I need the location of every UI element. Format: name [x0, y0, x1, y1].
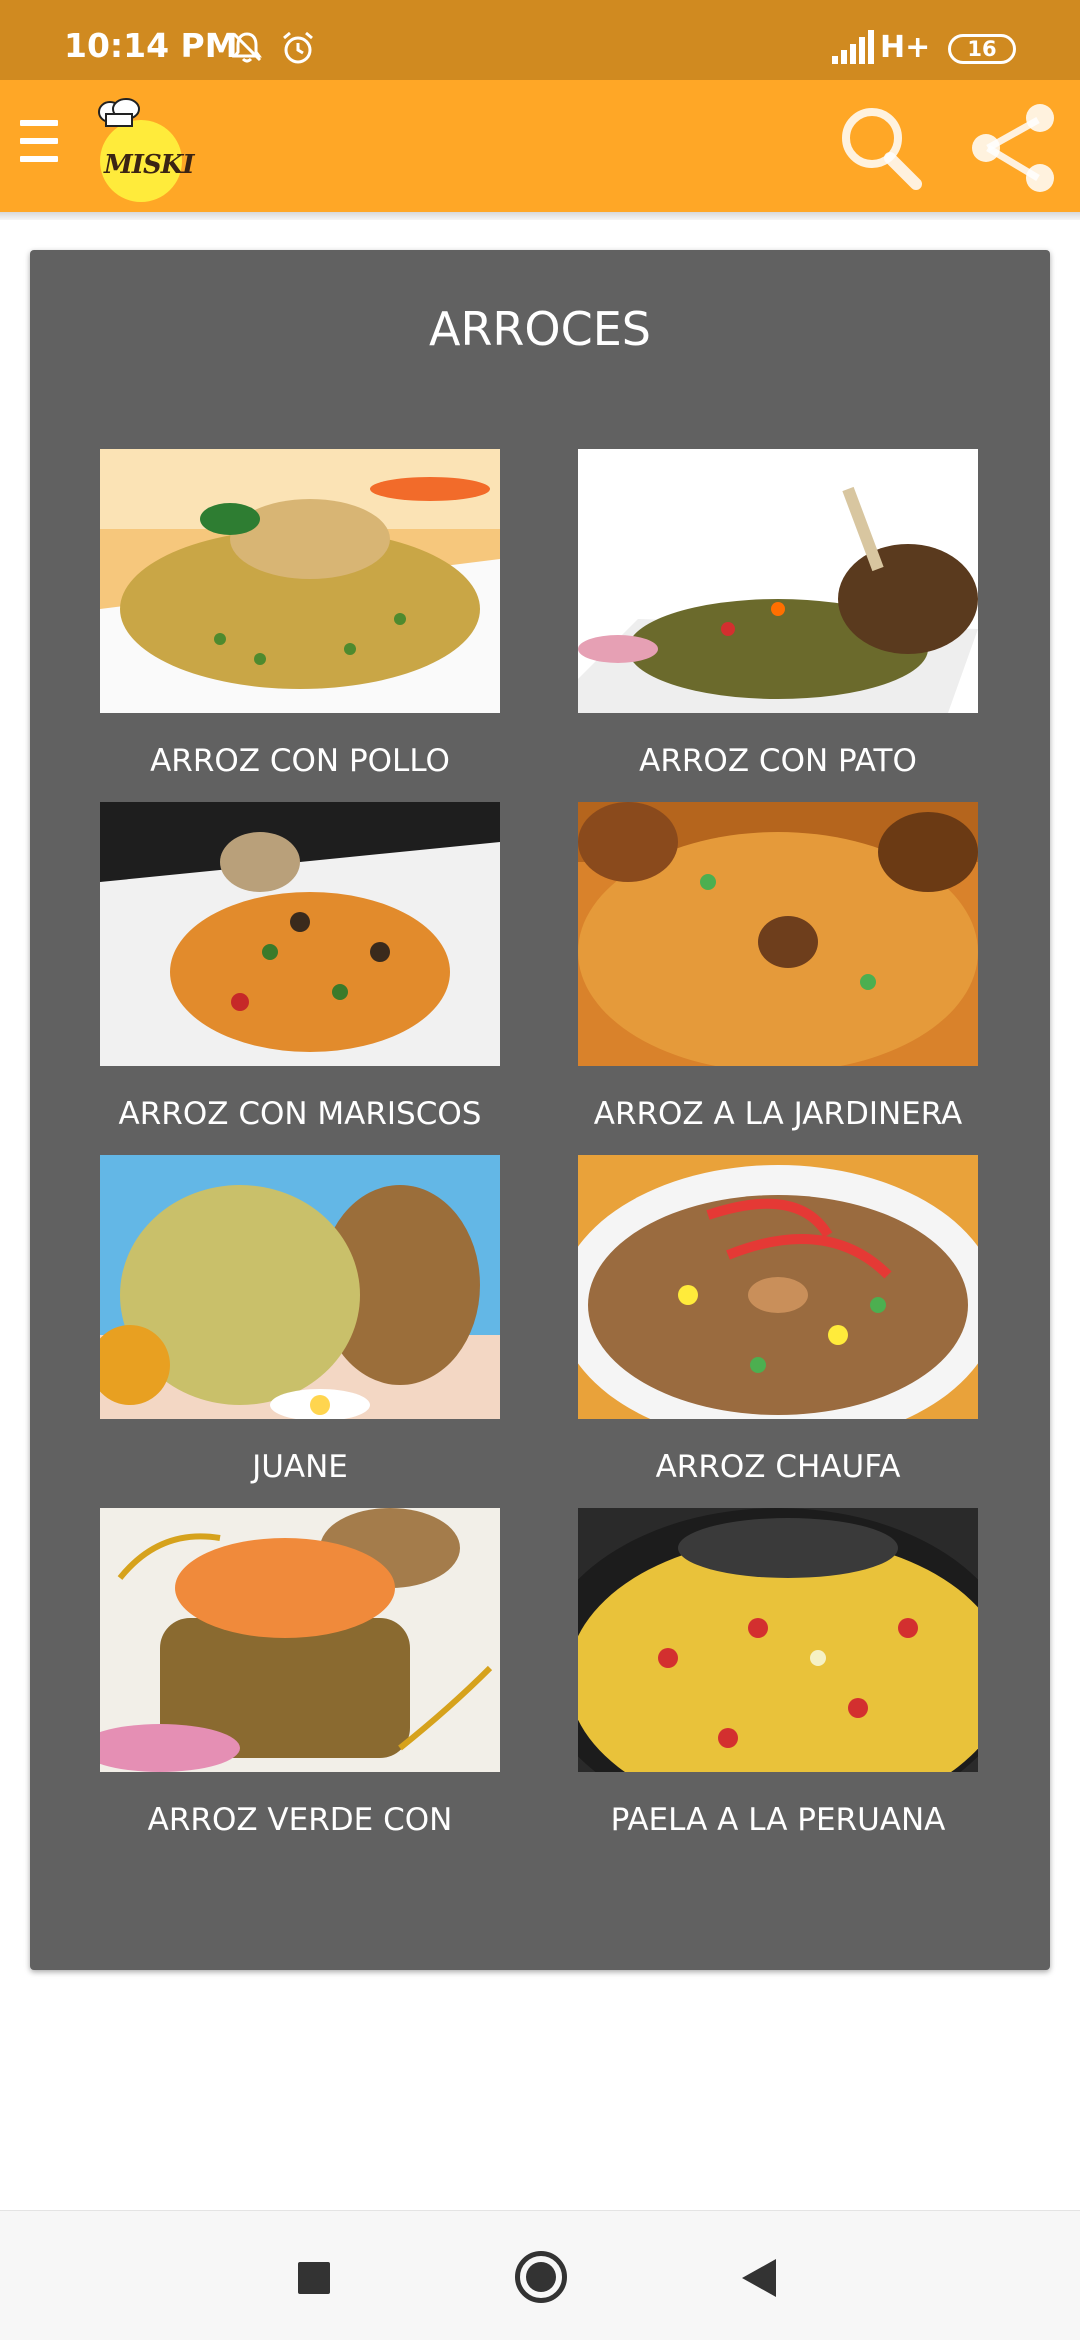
recipe-image [100, 1155, 500, 1419]
status-bar: 10:14 PM H+ 16 [0, 0, 1080, 80]
recipe-image [578, 1508, 978, 1772]
recipe-item-juane[interactable]: JUANE [100, 1155, 500, 1485]
back-triangle-icon[interactable] [742, 2259, 776, 2297]
recipe-image [100, 449, 500, 713]
home-circle-icon[interactable] [515, 2251, 567, 2303]
recipe-image [100, 802, 500, 1066]
recipe-image [578, 1155, 978, 1419]
recipe-label: ARROZ A LA JARDINERA [593, 1096, 963, 1132]
menu-icon[interactable] [20, 120, 58, 168]
status-time: 10:14 PM [64, 26, 238, 65]
recipe-image [578, 449, 978, 713]
bell-off-icon [232, 32, 262, 63]
recipe-label: ARROZ CON MARISCOS [118, 1096, 482, 1132]
recipe-item-arroz-con-pollo[interactable]: ARROZ CON POLLO [100, 449, 500, 779]
app-bar: MISKI [0, 80, 1080, 212]
recipe-label: JUANE [252, 1449, 348, 1485]
recipe-item-paela-a-la-peruana[interactable]: PAELA A LA PERUANA [578, 1508, 978, 1838]
recipe-item-arroz-verde-con[interactable]: ARROZ VERDE CON [100, 1508, 500, 1838]
recipe-item-arroz-con-pato[interactable]: ARROZ CON PATO [578, 449, 978, 779]
recipe-item-arroz-a-la-jardinera[interactable]: ARROZ A LA JARDINERA [578, 802, 978, 1132]
recipe-label: ARROZ CHAUFA [655, 1449, 901, 1485]
logo-text: MISKI [104, 150, 194, 180]
signal-icon [832, 30, 874, 64]
recipe-label: ARROZ VERDE CON [147, 1802, 453, 1838]
category-title: ARROCES [429, 302, 651, 356]
recipe-image [578, 802, 978, 1066]
search-icon[interactable] [832, 98, 932, 198]
recipe-label: ARROZ CON PATO [639, 743, 917, 779]
recipe-label: PAELA A LA PERUANA [610, 1802, 946, 1838]
network-type: H+ [880, 30, 931, 65]
recipe-label: ARROZ CON POLLO [150, 743, 450, 779]
system-nav-bar [0, 2210, 1080, 2340]
recents-square-icon[interactable] [298, 2262, 330, 2294]
app-logo: MISKI [94, 96, 194, 202]
recipe-item-arroz-chaufa[interactable]: ARROZ CHAUFA [578, 1155, 978, 1485]
category-card: ARROCES ARROZ CON POLLO ARROZ CON PATO A… [30, 250, 1050, 1970]
battery-icon: 16 [948, 34, 1016, 64]
recipe-item-arroz-con-mariscos[interactable]: ARROZ CON MARISCOS [100, 802, 500, 1132]
chef-hat-icon [98, 98, 140, 127]
share-icon[interactable] [964, 98, 1064, 198]
app-bar-shadow [0, 212, 1080, 220]
recipe-image [100, 1508, 500, 1772]
alarm-icon [283, 31, 313, 64]
